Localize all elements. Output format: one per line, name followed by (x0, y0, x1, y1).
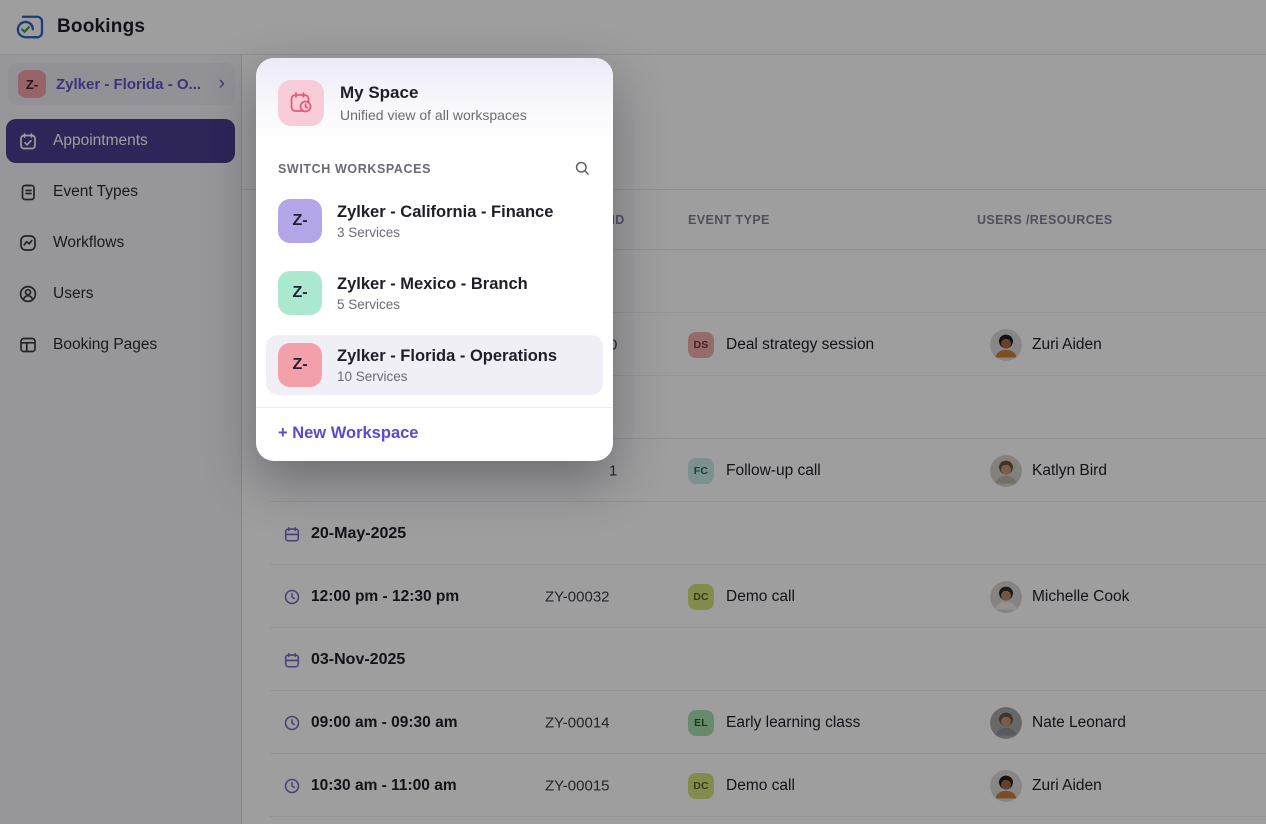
my-space-item[interactable]: My Space Unified view of all workspaces (256, 58, 613, 146)
popover-body: SWITCH WORKSPACES Z- Zylker - California… (256, 160, 613, 461)
workspace-services-count: 3 Services (337, 225, 553, 240)
workspace-avatar: Z- (278, 199, 322, 243)
workspace-avatar: Z- (278, 271, 322, 315)
my-space-subtitle: Unified view of all workspaces (340, 107, 527, 123)
modal-dim-overlay[interactable] (0, 0, 1266, 824)
workspace-list-item[interactable]: Z- Zylker - Florida - Operations 10 Serv… (266, 335, 603, 395)
workspace-list-item[interactable]: Z- Zylker - Mexico - Branch 5 Services (266, 263, 603, 323)
workspace-list-item[interactable]: Z- Zylker - California - Finance 3 Servi… (266, 191, 603, 251)
my-space-title: My Space (340, 83, 527, 103)
workspace-switcher-popover: My Space Unified view of all workspaces … (256, 58, 613, 461)
workspace-name: Zylker - Florida - Operations (337, 347, 557, 366)
workspace-avatar: Z- (278, 343, 322, 387)
workspace-list: Z- Zylker - California - Finance 3 Servi… (278, 191, 591, 395)
workspace-services-count: 10 Services (337, 369, 557, 384)
search-icon[interactable] (574, 160, 591, 177)
workspace-name: Zylker - California - Finance (337, 203, 553, 222)
my-space-icon (278, 80, 324, 126)
bookings-app: Bookings Z- Zylker - Florida - O... › Ap… (0, 0, 1266, 824)
workspace-services-count: 5 Services (337, 297, 528, 312)
switch-workspaces-row: SWITCH WORKSPACES (278, 160, 591, 177)
switch-workspaces-label: SWITCH WORKSPACES (278, 162, 431, 176)
new-workspace-button[interactable]: + New Workspace (278, 408, 591, 461)
workspace-name: Zylker - Mexico - Branch (337, 275, 528, 294)
